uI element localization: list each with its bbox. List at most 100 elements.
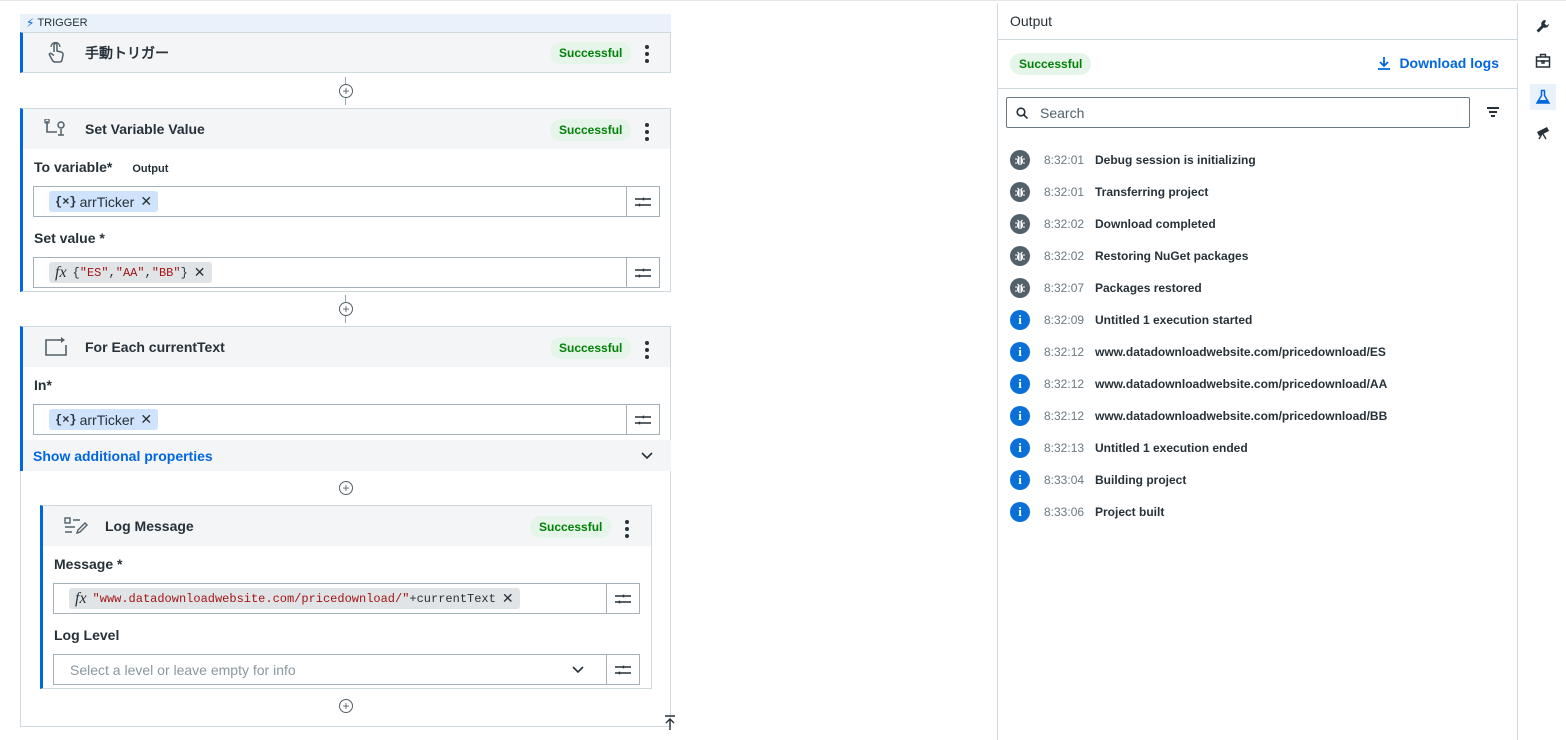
lightning-icon: ⚡ bbox=[26, 16, 35, 30]
info-icon: i bbox=[1010, 502, 1030, 522]
telescope-icon[interactable] bbox=[1530, 119, 1556, 145]
panel-title: Output bbox=[1010, 13, 1053, 29]
log-message: Debug session is initializing bbox=[1095, 153, 1256, 167]
download-logs-label: Download logs bbox=[1399, 55, 1499, 71]
info-icon: i bbox=[1010, 470, 1030, 490]
log-message: Building project bbox=[1095, 473, 1187, 487]
more-options-icon[interactable] bbox=[645, 341, 649, 359]
log-entry[interactable]: 8:32:01 Debug session is initializing bbox=[1010, 150, 1256, 170]
variable-chip-label: arrTicker bbox=[79, 193, 135, 210]
remove-chip-icon[interactable]: ✕ bbox=[140, 411, 152, 428]
remove-chip-icon[interactable]: ✕ bbox=[194, 264, 206, 281]
add-activity-button[interactable]: + bbox=[339, 481, 353, 495]
log-time: 8:32:02 bbox=[1044, 217, 1085, 231]
log-entry[interactable]: i 8:33:06 Project built bbox=[1010, 502, 1164, 522]
expression-editor-icon[interactable] bbox=[606, 584, 639, 613]
set-value-field[interactable]: fx { "ES" , "AA" , "BB" } ✕ bbox=[33, 257, 660, 288]
loop-icon bbox=[41, 337, 71, 357]
log-message-header[interactable]: Log Message Successful bbox=[43, 506, 651, 546]
toolbox-icon[interactable] bbox=[1530, 48, 1556, 74]
log-entry[interactable]: i 8:32:12 www.datadownloadwebsite.com/pric… bbox=[1010, 342, 1386, 362]
wrench-icon[interactable] bbox=[1530, 13, 1556, 39]
log-message-title: Log Message bbox=[105, 518, 194, 534]
expression-editor-icon[interactable] bbox=[626, 187, 659, 216]
log-level-select[interactable]: Select a level or leave empty for info bbox=[53, 654, 640, 685]
expr-close: } bbox=[180, 265, 188, 280]
download-logs-button[interactable]: Download logs bbox=[1377, 55, 1499, 71]
log-entry[interactable]: i 8:32:12 www.datadownloadwebsite.com/pric… bbox=[1010, 374, 1387, 394]
log-entry[interactable]: 8:32:02 Restoring NuGet packages bbox=[1010, 246, 1248, 266]
show-additional-properties[interactable]: Show additional properties bbox=[20, 440, 671, 471]
info-icon: i bbox=[1010, 310, 1030, 330]
log-entry[interactable]: i 8:32:13 Untitled 1 execution ended bbox=[1010, 438, 1248, 458]
remove-chip-icon[interactable]: ✕ bbox=[140, 193, 152, 210]
log-entry[interactable]: i 8:32:09 Untitled 1 execution started bbox=[1010, 310, 1252, 330]
divider bbox=[998, 39, 1517, 40]
in-field[interactable]: {×} arrTicker ✕ bbox=[33, 404, 660, 435]
log-entry[interactable]: i 8:32:12 www.datadownloadwebsite.com/pric… bbox=[1010, 406, 1387, 426]
log-message: Packages restored bbox=[1095, 281, 1202, 295]
filter-icon[interactable] bbox=[1487, 107, 1499, 119]
expr-url-string: "www.datadownloadwebsite.com/pricedownlo… bbox=[92, 591, 410, 606]
expression-chip[interactable]: fx "www.datadownloadwebsite.com/pricedow… bbox=[69, 588, 520, 609]
expr-string-es: "ES" bbox=[79, 265, 109, 280]
fx-icon: fx bbox=[75, 589, 87, 607]
remove-chip-icon[interactable]: ✕ bbox=[502, 590, 514, 607]
expr-concat: +currentText bbox=[409, 591, 496, 606]
more-options-icon[interactable] bbox=[645, 45, 649, 63]
message-field[interactable]: fx "www.datadownloadwebsite.com/pricedow… bbox=[53, 583, 640, 614]
scroll-to-top-icon[interactable] bbox=[664, 715, 676, 731]
info-icon: i bbox=[1010, 406, 1030, 426]
flask-icon[interactable] bbox=[1530, 84, 1556, 110]
chevron-down-icon[interactable] bbox=[572, 666, 584, 674]
log-message: Untitled 1 execution ended bbox=[1095, 441, 1248, 455]
log-message: Transferring project bbox=[1095, 185, 1209, 199]
more-options-icon[interactable] bbox=[645, 123, 649, 141]
log-entry[interactable]: 8:32:01 Transferring project bbox=[1010, 182, 1208, 202]
trigger-card-header[interactable]: 手動トリガー Successful bbox=[23, 33, 670, 72]
log-message: www.datadownloadwebsite.com/pricedownloa… bbox=[1095, 377, 1388, 391]
add-activity-button[interactable]: + bbox=[339, 84, 353, 98]
expr-string-aa: "AA" bbox=[115, 265, 145, 280]
run-status-badge: Successful bbox=[1010, 53, 1092, 75]
add-activity-button[interactable]: + bbox=[339, 699, 353, 713]
log-message-icon bbox=[61, 516, 91, 536]
status-badge: Successful bbox=[550, 119, 632, 141]
log-time: 8:32:02 bbox=[1044, 249, 1085, 263]
expression-editor-icon[interactable] bbox=[626, 405, 659, 434]
divider bbox=[998, 88, 1517, 89]
expression-editor-icon[interactable] bbox=[626, 258, 659, 287]
log-level-placeholder: Select a level or leave empty for info bbox=[70, 661, 296, 678]
log-message: www.datadownloadwebsite.com/pricedownloa… bbox=[1095, 345, 1386, 359]
log-entry[interactable]: i 8:33:04 Building project bbox=[1010, 470, 1186, 490]
search-input[interactable]: Search bbox=[1006, 97, 1470, 128]
info-icon: i bbox=[1010, 438, 1030, 458]
expression-editor-icon[interactable] bbox=[606, 655, 639, 684]
workflow-canvas: ⚡ TRIGGER 手動トリガー Successful + Set Variab… bbox=[0, 3, 997, 740]
fx-icon: fx bbox=[55, 263, 67, 281]
to-variable-field[interactable]: {×} arrTicker ✕ bbox=[33, 186, 660, 217]
set-variable-card[interactable]: Set Variable Value Successful To variabl… bbox=[20, 108, 671, 292]
log-message-card[interactable]: Log Message Successful Message * fx "www… bbox=[40, 505, 652, 689]
trigger-card[interactable]: 手動トリガー Successful bbox=[20, 32, 671, 73]
expression-chip[interactable]: fx { "ES" , "AA" , "BB" } ✕ bbox=[49, 262, 212, 283]
log-message: Restoring NuGet packages bbox=[1095, 249, 1249, 263]
variable-chip[interactable]: {×} arrTicker ✕ bbox=[49, 409, 159, 430]
more-options-icon[interactable] bbox=[625, 520, 629, 538]
for-each-title: For Each currentText bbox=[85, 339, 225, 355]
debug-bug-icon bbox=[1010, 182, 1030, 202]
info-icon: i bbox=[1010, 374, 1030, 394]
variable-chip[interactable]: {×} arrTicker ✕ bbox=[49, 191, 159, 212]
download-icon bbox=[1378, 57, 1391, 70]
for-each-card[interactable]: For Each currentText Successful In* {×} … bbox=[20, 326, 671, 440]
set-variable-header[interactable]: Set Variable Value Successful bbox=[23, 109, 670, 149]
trigger-tag-label: TRIGGER bbox=[37, 17, 88, 29]
set-variable-title: Set Variable Value bbox=[85, 121, 205, 137]
log-entry[interactable]: 8:32:07 Packages restored bbox=[1010, 278, 1202, 298]
debug-bug-icon bbox=[1010, 150, 1030, 170]
log-entry[interactable]: 8:32:02 Download completed bbox=[1010, 214, 1216, 234]
log-time: 8:32:09 bbox=[1044, 313, 1085, 327]
add-activity-button[interactable]: + bbox=[339, 302, 353, 316]
for-each-header[interactable]: For Each currentText Successful bbox=[23, 327, 670, 367]
right-rail bbox=[1518, 3, 1566, 740]
